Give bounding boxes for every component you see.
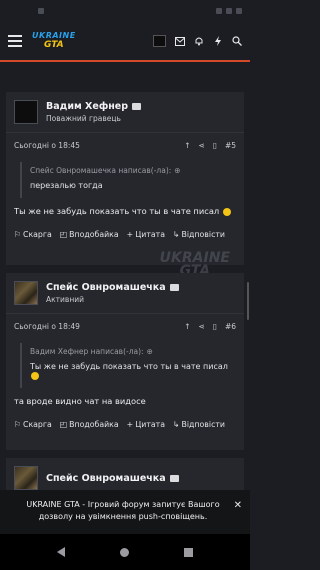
post-number[interactable]: #5	[225, 141, 236, 150]
plus-icon: +	[126, 420, 134, 429]
system-nav-bar	[0, 534, 250, 570]
site-header: UKRAINE GTA	[0, 22, 250, 62]
status-bar	[0, 0, 250, 22]
like-button[interactable]: ◰ Вподобайка	[60, 420, 119, 429]
post: Вадим Хефнер Поважний гравець Сьогодні о…	[6, 92, 244, 265]
post-actions: ⚐ Скарга ◰ Вподобайка + Цитата ↳ Відповісти	[6, 224, 244, 249]
username[interactable]: Спейс Овнромашечка	[46, 282, 179, 293]
user-rank: Активний	[46, 295, 84, 304]
expand-icon[interactable]: ⊕	[147, 347, 153, 356]
share-icon[interactable]: ⋖	[199, 322, 205, 331]
post-message: Ты же не забудь показать что ты в чате п…	[6, 198, 244, 224]
username[interactable]: Спейс Овнромашечка	[46, 473, 179, 484]
quote-block: Спейс Овнромашечка написав(-ла): ⊕ переза…	[20, 162, 236, 198]
report-button[interactable]: ⚐ Скарга	[14, 230, 52, 239]
reply-button[interactable]: ↳ Відповісти	[173, 420, 225, 429]
quote-block: Вадим Хефнер написав(-ла): ⊕ Ты же не заб…	[20, 343, 236, 388]
expand-icon[interactable]: ⊕	[174, 166, 180, 175]
flag-icon: ⚐	[14, 420, 21, 429]
recent-apps-icon[interactable]	[183, 547, 193, 557]
like-icon: ◰	[59, 230, 68, 239]
header-icons	[153, 35, 242, 47]
envelope-icon[interactable]	[169, 474, 179, 482]
smile-icon	[222, 207, 231, 216]
reply-icon: ↳	[172, 420, 180, 429]
avatar[interactable]	[14, 100, 38, 124]
arrow-up-icon[interactable]: ↑	[184, 141, 190, 150]
home-icon[interactable]	[119, 547, 129, 557]
arrow-up-icon[interactable]: ↑	[184, 322, 190, 331]
site-logo[interactable]: UKRAINE GTA	[32, 30, 94, 52]
user-rank: Поважний гравець	[46, 114, 121, 123]
reply-button[interactable]: ↳ Відповісти	[173, 230, 225, 239]
bookmark-icon[interactable]: ▯	[213, 322, 217, 331]
status-notification-icon	[38, 8, 44, 14]
bolt-icon[interactable]	[213, 36, 223, 46]
back-icon[interactable]	[57, 547, 66, 557]
bookmark-icon[interactable]: ▯	[213, 141, 217, 150]
avatar[interactable]	[14, 281, 38, 305]
like-icon: ◰	[59, 420, 68, 429]
post-number[interactable]: #6	[225, 322, 236, 331]
signal-icon	[226, 8, 232, 14]
post-meta: Сьогодні о 18:49 ↑ ⋖ ▯ #6	[6, 314, 244, 337]
push-permission-toast[interactable]: UKRAINE GTA - Ігровий форум запитує Вашо…	[0, 490, 250, 534]
quote-text: Ты же не забудь показать что ты в чате п…	[30, 362, 228, 384]
post-actions: ⚐ Скарга ◰ Вподобайка + Цитата ↳ Відповісти	[6, 414, 244, 439]
envelope-icon[interactable]	[175, 36, 185, 46]
post-header: Спейс Овнромашечка Активний	[6, 273, 244, 314]
user-avatar[interactable]	[153, 35, 166, 47]
search-icon[interactable]	[232, 36, 242, 46]
envelope-icon[interactable]	[132, 103, 142, 110]
envelope-icon[interactable]	[169, 284, 179, 291]
wifi-icon	[216, 8, 222, 14]
menu-icon[interactable]	[8, 35, 22, 47]
post-time[interactable]: Сьогодні о 18:49	[14, 322, 80, 331]
close-icon[interactable]: ✕	[234, 500, 242, 512]
status-icons	[216, 8, 242, 14]
post-message: та вроде видно чат на видосе	[14, 396, 146, 406]
quote-text: перезалью тогда	[30, 181, 103, 190]
quote-button[interactable]: + Цитата	[127, 230, 165, 239]
post-time[interactable]: Сьогодні о 18:45	[14, 141, 80, 150]
share-icon[interactable]: ⋖	[199, 141, 205, 150]
quote-button[interactable]: + Цитата	[127, 420, 165, 429]
page-scrollbar[interactable]	[247, 282, 249, 320]
quote-author[interactable]: Спейс Овнромашечка написав(-ла): ⊕	[30, 166, 228, 181]
quote-author[interactable]: Вадим Хефнер написав(-ла): ⊕	[30, 347, 228, 362]
reply-icon: ↳	[172, 230, 180, 239]
smile-icon	[31, 371, 39, 380]
post: Спейс Овнромашечка Активний Сьогодні о 1…	[6, 273, 244, 450]
plus-icon: +	[126, 230, 134, 239]
report-button[interactable]: ⚐ Скарга	[14, 420, 52, 429]
like-button[interactable]: ◰ Вподобайка	[60, 230, 119, 239]
bell-icon[interactable]	[194, 36, 204, 46]
username[interactable]: Вадим Хефнер	[46, 101, 142, 112]
avatar[interactable]	[14, 466, 38, 490]
post-header: Вадим Хефнер Поважний гравець	[6, 92, 244, 133]
battery-icon	[236, 8, 242, 14]
flag-icon: ⚐	[14, 230, 21, 239]
post-meta: Сьогодні о 18:45 ↑ ⋖ ▯ #5	[6, 133, 244, 156]
